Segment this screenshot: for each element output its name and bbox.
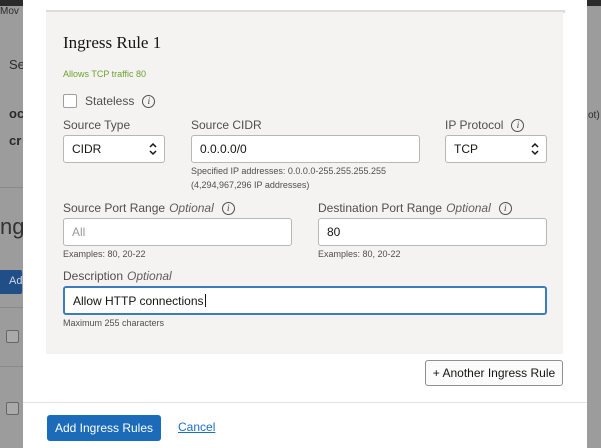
ip-protocol-select[interactable]: TCP [445, 135, 547, 163]
source-cidr-label: Source CIDR [191, 118, 262, 132]
text-caret [204, 294, 206, 307]
source-cidr-label-row: Source CIDR [191, 118, 262, 132]
cancel-link[interactable]: Cancel [178, 420, 215, 434]
background-button: Ad [0, 270, 22, 294]
ingress-rules-modal: Ingress Rule 1 Allows TCP traffic 80 Sta… [23, 0, 587, 448]
background-text: Mov [0, 6, 19, 17]
source-port-input[interactable]: All [63, 218, 292, 246]
dest-port-label-row: Destination Port Range Optional i [318, 201, 512, 215]
dest-port-optional: Optional [446, 201, 491, 215]
source-cidr-help: Specified IP addresses: 0.0.0.0-255.255.… [191, 164, 386, 192]
description-optional: Optional [127, 269, 172, 283]
background-checkbox [6, 402, 19, 415]
rule-title: Ingress Rule 1 [63, 33, 162, 52]
description-input[interactable]: Allow HTTP connections [63, 286, 547, 315]
source-cidr-value: 0.0.0.0/0 [200, 142, 247, 156]
description-label-row: Description Optional [63, 269, 172, 283]
ip-protocol-label: IP Protocol [445, 118, 504, 132]
background-heading: ng [0, 214, 25, 239]
source-port-optional: Optional [169, 201, 214, 215]
chevron-up-down-icon [149, 142, 157, 156]
source-port-label: Source Port Range [63, 201, 166, 215]
background-text: oc [9, 106, 25, 121]
source-type-label-row: Source Type [63, 118, 130, 132]
description-help: Maximum 255 characters [63, 318, 165, 328]
background-divider [0, 307, 23, 308]
description-label: Description [63, 269, 124, 283]
background-text: ot) [588, 110, 600, 121]
dest-port-value: 80 [327, 225, 341, 239]
info-icon[interactable]: i [498, 201, 512, 215]
dest-port-help: Examples: 80, 20-22 [318, 249, 401, 259]
footer-divider [23, 402, 587, 403]
stateless-row: Stateless i [63, 93, 156, 109]
background-divider [0, 366, 23, 367]
chevron-up-down-icon [531, 142, 539, 156]
stateless-label: Stateless [85, 94, 135, 108]
source-cidr-help-line1: Specified IP addresses: 0.0.0.0-255.255.… [191, 166, 386, 176]
source-type-select[interactable]: CIDR [63, 135, 165, 163]
another-ingress-rule-button[interactable]: + Another Ingress Rule [425, 360, 563, 386]
source-cidr-help-line2: (4,294,967,296 IP addresses) [191, 180, 310, 190]
background-right-strip [587, 6, 601, 448]
rule-subtitle: Allows TCP traffic 80 [63, 69, 147, 79]
add-ingress-rules-button[interactable]: Add Ingress Rules [47, 415, 161, 441]
background-button-label: Ad [9, 275, 23, 287]
stateless-checkbox[interactable] [63, 94, 77, 108]
ip-protocol-label-row: IP Protocol i [445, 118, 525, 132]
ip-protocol-value: TCP [454, 142, 478, 156]
info-icon[interactable]: i [511, 118, 525, 132]
source-cidr-input[interactable]: 0.0.0.0/0 [191, 135, 420, 163]
source-type-label: Source Type [63, 118, 131, 132]
ingress-rule-card: Ingress Rule 1 Allows TCP traffic 80 Sta… [46, 12, 563, 354]
info-icon[interactable]: i [221, 201, 235, 215]
dest-port-label: Destination Port Range [318, 201, 443, 215]
description-value: Allow HTTP connections [73, 293, 204, 308]
source-port-help: Examples: 80, 20-22 [63, 249, 146, 259]
background-divider [0, 187, 23, 188]
source-port-label-row: Source Port Range Optional i [63, 201, 235, 215]
source-port-placeholder: All [72, 225, 86, 239]
dest-port-input[interactable]: 80 [318, 218, 547, 246]
background-text: cr [9, 133, 22, 148]
source-type-value: CIDR [72, 142, 102, 156]
background-checkbox [6, 330, 19, 343]
info-icon[interactable]: i [142, 94, 156, 108]
